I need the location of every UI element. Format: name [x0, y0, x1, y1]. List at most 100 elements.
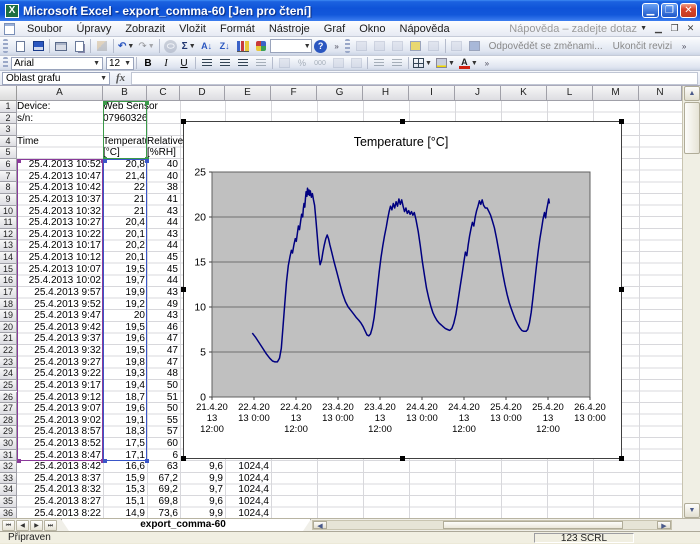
- cell-C9[interactable]: 41: [147, 194, 180, 205]
- cell-C16[interactable]: 44: [147, 275, 180, 286]
- close-button[interactable]: ✕: [680, 3, 697, 18]
- column-header-H[interactable]: H: [363, 86, 409, 101]
- merge-center-button[interactable]: [252, 57, 270, 70]
- select-all-corner[interactable]: [0, 86, 17, 101]
- chart-handle-bottom-center[interactable]: [400, 456, 405, 461]
- new-button[interactable]: [11, 38, 29, 54]
- cell-B35[interactable]: 15,1: [103, 496, 147, 507]
- toolbar-options-chevron[interactable]: »: [679, 42, 689, 51]
- row-header-29[interactable]: 29: [0, 426, 17, 438]
- column-header-E[interactable]: E: [225, 86, 271, 101]
- column-header-A[interactable]: A: [17, 86, 103, 101]
- range-fill-handle[interactable]: [145, 101, 149, 105]
- doc-restore-button[interactable]: ❐: [667, 22, 682, 35]
- row-header-18[interactable]: 18: [0, 299, 17, 311]
- zoom-combobox[interactable]: ▼: [270, 39, 312, 53]
- row-header-35[interactable]: 35: [0, 496, 17, 508]
- cell-A1[interactable]: Device:: [17, 101, 103, 112]
- cell-B33[interactable]: 15,9: [103, 473, 147, 484]
- sort-descending-button[interactable]: Z↓: [216, 38, 234, 54]
- cell-C25[interactable]: 50: [147, 380, 180, 391]
- row-header-30[interactable]: 30: [0, 438, 17, 450]
- cell-D36[interactable]: 9,9: [180, 508, 225, 518]
- cell-C8[interactable]: 38: [147, 182, 180, 193]
- maximize-button[interactable]: ❐: [661, 3, 678, 18]
- cell-C19[interactable]: 43: [147, 310, 180, 321]
- decrease-indent-button[interactable]: [370, 57, 388, 70]
- menu-format[interactable]: Formát: [213, 22, 262, 36]
- scroll-up-button[interactable]: ▲: [684, 86, 700, 101]
- menu-zobrazit[interactable]: Zobrazit: [118, 22, 172, 36]
- delete-comment-button[interactable]: [425, 38, 443, 54]
- cell-A33[interactable]: 25.4.2013 8:37: [17, 473, 103, 484]
- cell-C31[interactable]: 6: [147, 450, 180, 461]
- row-header-22[interactable]: 22: [0, 345, 17, 357]
- insert-function-button[interactable]: fx: [116, 72, 125, 84]
- row-header-4[interactable]: 4: [0, 136, 17, 148]
- column-header-K[interactable]: K: [501, 86, 547, 101]
- next-sheet-button[interactable]: ▶: [30, 520, 43, 531]
- cell-C11[interactable]: 44: [147, 217, 180, 228]
- column-header-M[interactable]: M: [593, 86, 639, 101]
- cell-C34[interactable]: 69,2: [147, 484, 180, 495]
- format-painter-button[interactable]: [93, 38, 111, 54]
- chart-handle-top-center[interactable]: [400, 119, 405, 124]
- cell-A34[interactable]: 25.4.2013 8:32: [17, 484, 103, 495]
- previous-sheet-button[interactable]: ◀: [16, 520, 29, 531]
- fill-color-button[interactable]: ▼: [434, 57, 457, 70]
- currency-button[interactable]: [275, 57, 293, 70]
- row-header-31[interactable]: 31: [0, 450, 17, 462]
- cell-C10[interactable]: 43: [147, 206, 180, 217]
- cell-E35[interactable]: 1024,4: [225, 496, 271, 507]
- range-fill-handle[interactable]: [103, 159, 107, 163]
- italic-button[interactable]: I: [157, 57, 175, 70]
- cell-C13[interactable]: 44: [147, 240, 180, 251]
- cell-C24[interactable]: 48: [147, 368, 180, 379]
- cell-C6[interactable]: 40: [147, 159, 180, 170]
- menu-nastroje[interactable]: Nástroje: [262, 22, 317, 36]
- cell-C22[interactable]: 47: [147, 345, 180, 356]
- cell-C17[interactable]: 43: [147, 287, 180, 298]
- row-header-27[interactable]: 27: [0, 403, 17, 415]
- previous-comment-button[interactable]: [371, 38, 389, 54]
- end-review-button[interactable]: Ukončit revizi: [608, 41, 677, 52]
- row-header-13[interactable]: 13: [0, 240, 17, 252]
- scroll-down-button[interactable]: ▼: [684, 503, 700, 518]
- column-header-G[interactable]: G: [317, 86, 363, 101]
- font-name-combobox[interactable]: Arial▼: [11, 57, 103, 70]
- cell-B32[interactable]: 16,6: [103, 461, 147, 472]
- toolbar-grip[interactable]: [3, 39, 8, 53]
- vertical-scrollbar[interactable]: ▲ ▼: [682, 86, 700, 518]
- cell-D33[interactable]: 9,9: [180, 473, 225, 484]
- menu-upravy[interactable]: Úpravy: [69, 22, 118, 36]
- menu-soubor[interactable]: Soubor: [20, 22, 69, 36]
- row-header-24[interactable]: 24: [0, 368, 17, 380]
- cell-E33[interactable]: 1024,4: [225, 473, 271, 484]
- vertical-scroll-thumb[interactable]: [684, 102, 700, 154]
- row-header-26[interactable]: 26: [0, 392, 17, 404]
- cell-C23[interactable]: 47: [147, 357, 180, 368]
- chart-handle-bottom-left[interactable]: [181, 456, 186, 461]
- reply-with-changes-button[interactable]: Odpovědět se změnami...: [484, 41, 608, 52]
- column-header-N[interactable]: N: [639, 86, 682, 101]
- help-button[interactable]: ?: [312, 38, 330, 54]
- cell-C7[interactable]: 40: [147, 171, 180, 182]
- cell-D35[interactable]: 9,6: [180, 496, 225, 507]
- row-header-12[interactable]: 12: [0, 229, 17, 241]
- menu-okno[interactable]: Okno: [352, 22, 392, 36]
- column-header-C[interactable]: C: [147, 86, 180, 101]
- first-sheet-button[interactable]: ⏮: [2, 520, 15, 531]
- cell-B34[interactable]: 15,3: [103, 484, 147, 495]
- title-bar[interactable]: X Microsoft Excel - export_comma-60 [Jen…: [0, 0, 700, 21]
- workbook-icon[interactable]: [4, 23, 15, 35]
- cell-E36[interactable]: 1024,4: [225, 508, 271, 518]
- toolbar-grip[interactable]: [3, 57, 8, 68]
- align-left-button[interactable]: [198, 57, 216, 70]
- borders-button[interactable]: ▼: [411, 57, 434, 70]
- chart-wizard-button[interactable]: [234, 38, 252, 54]
- hyperlink-button[interactable]: ⬭: [162, 38, 180, 54]
- row-header-21[interactable]: 21: [0, 333, 17, 345]
- last-sheet-button[interactable]: ⏭: [44, 520, 57, 531]
- send-mail-button[interactable]: [466, 38, 484, 54]
- redo-button[interactable]: ↷▼: [136, 38, 156, 54]
